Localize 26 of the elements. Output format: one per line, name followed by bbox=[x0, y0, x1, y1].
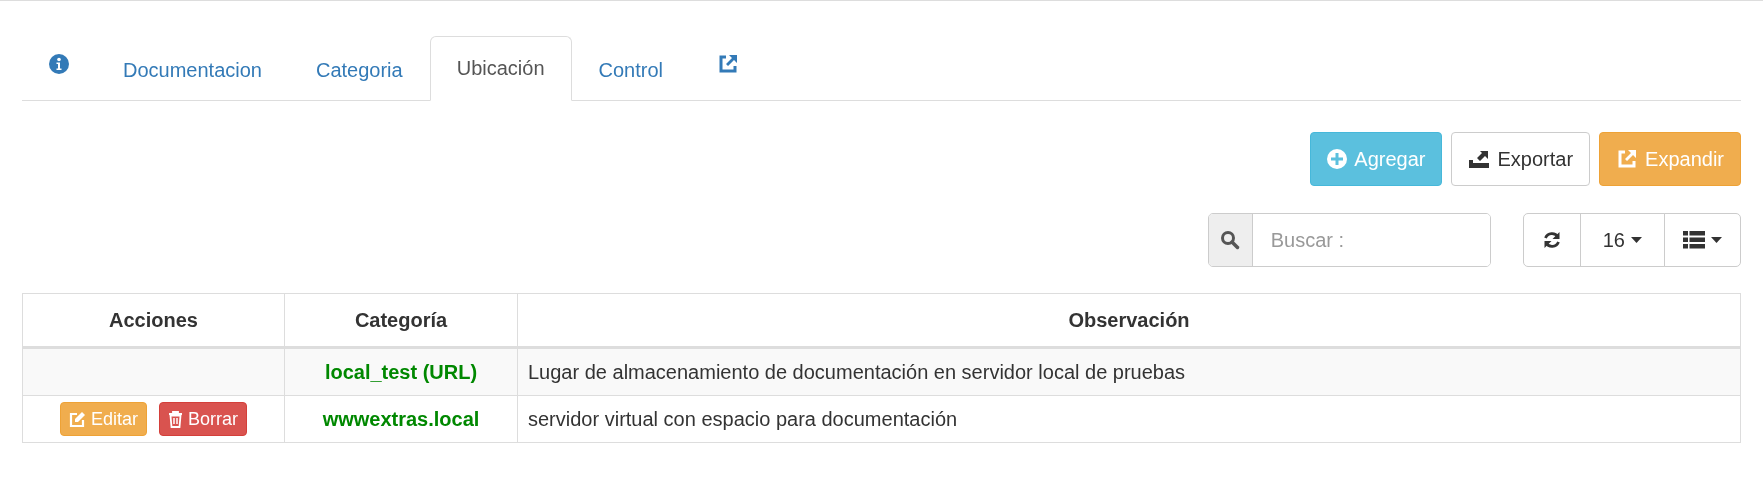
search-icon bbox=[1220, 230, 1241, 250]
info-icon bbox=[49, 54, 69, 74]
observation-cell: Lugar de almacenamiento de documentación en servidor local de pruebas bbox=[517, 347, 1741, 396]
external-link-icon bbox=[717, 53, 739, 75]
caret-icon bbox=[1711, 237, 1722, 243]
category-cell: wwwextras.local bbox=[284, 395, 518, 443]
columns-dropdown[interactable] bbox=[1664, 213, 1741, 267]
page-size-dropdown[interactable]: 16 bbox=[1579, 213, 1665, 267]
tab[interactable]: Categoria bbox=[288, 39, 430, 101]
refresh-button[interactable] bbox=[1522, 213, 1581, 267]
search-field[interactable]: Buscar : bbox=[1207, 213, 1491, 267]
trash-icon bbox=[168, 410, 183, 428]
tab[interactable]: Control bbox=[571, 39, 690, 101]
delete-button[interactable]: Borrar bbox=[159, 402, 247, 436]
export-icon bbox=[1468, 149, 1491, 169]
tab[interactable]: Documentacion bbox=[96, 39, 289, 101]
edit-icon bbox=[68, 410, 86, 428]
tab[interactable]: Ubicación bbox=[429, 36, 572, 101]
export-button[interactable]: Exportar bbox=[1451, 132, 1591, 186]
plus-circle-icon bbox=[1327, 149, 1348, 169]
external-link-icon bbox=[1616, 148, 1639, 170]
observation-cell: servidor virtual con espacio para documentación bbox=[517, 395, 1741, 443]
list-icon bbox=[1683, 231, 1705, 249]
refresh-icon bbox=[1541, 230, 1562, 250]
category-cell: local_test (URL) bbox=[284, 347, 518, 396]
caret-icon bbox=[1631, 237, 1642, 243]
